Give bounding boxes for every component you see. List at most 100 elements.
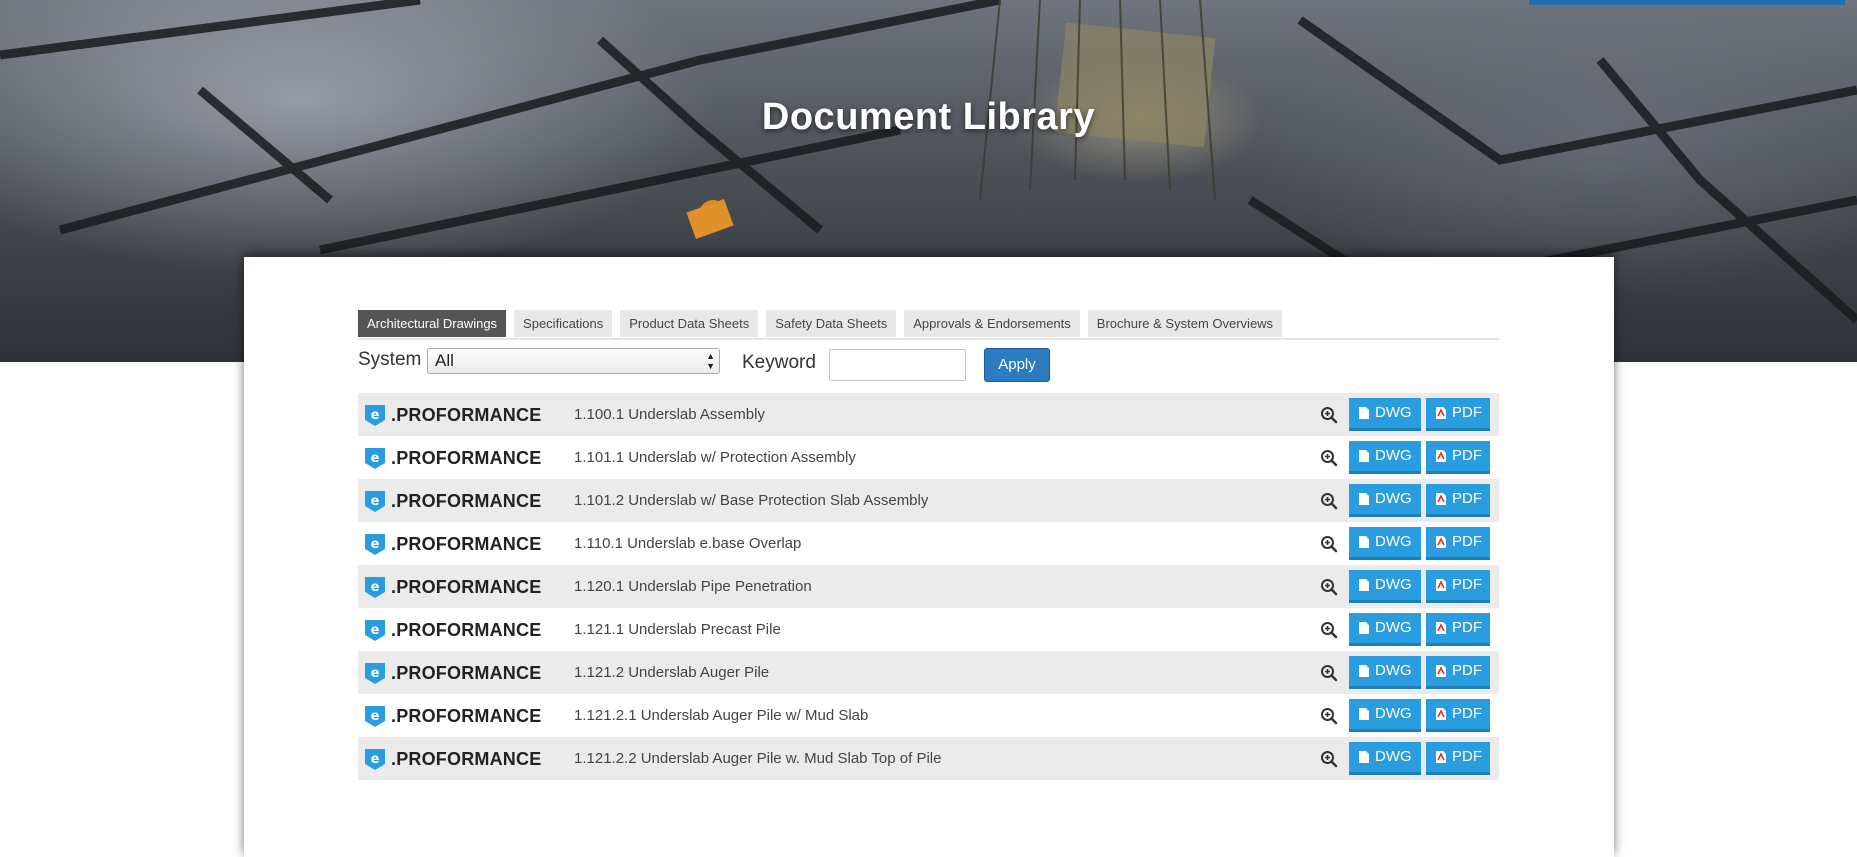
dwg-label: DWG bbox=[1375, 533, 1412, 550]
dwg-download-button[interactable]: DWG bbox=[1349, 484, 1421, 517]
logo-wordmark: .PROFORMANCE bbox=[391, 576, 542, 597]
svg-text:e: e bbox=[371, 408, 380, 423]
dwg-download-button[interactable]: DWG bbox=[1349, 570, 1421, 603]
dwg-download-button[interactable]: DWG bbox=[1349, 613, 1421, 646]
pdf-download-button[interactable]: PDF bbox=[1426, 398, 1490, 431]
nav-accent-bar bbox=[1529, 0, 1845, 5]
dwg-download-button[interactable]: DWG bbox=[1349, 742, 1421, 775]
e-badge-icon: e bbox=[363, 704, 387, 728]
document-row: e .PROFORMANCE 1.121.2.2 Underslab Auger P… bbox=[358, 737, 1499, 780]
tab-brochure-system-overviews[interactable]: Brochure & System Overviews bbox=[1087, 310, 1283, 337]
document-row: e .PROFORMANCE 1.101.2 Underslab w/ Base P… bbox=[358, 479, 1499, 522]
tab-safety-data-sheets[interactable]: Safety Data Sheets bbox=[766, 310, 897, 337]
dwg-download-button[interactable]: DWG bbox=[1349, 441, 1421, 474]
e-badge-icon: e bbox=[363, 489, 387, 513]
document-title: 1.121.2 Underslab Auger Pile bbox=[574, 664, 770, 681]
zoom-preview-icon[interactable] bbox=[1320, 449, 1338, 467]
zoom-preview-icon[interactable] bbox=[1320, 621, 1338, 639]
zoom-preview-icon[interactable] bbox=[1320, 406, 1338, 424]
tab-specifications[interactable]: Specifications bbox=[514, 310, 613, 337]
pdf-label: PDF bbox=[1452, 447, 1482, 464]
e-badge-icon: e bbox=[363, 403, 387, 427]
pdf-label: PDF bbox=[1452, 619, 1482, 636]
svg-text:e: e bbox=[371, 752, 380, 767]
document-row: e .PROFORMANCE 1.121.1 Underslab Precast P… bbox=[358, 608, 1499, 651]
dwg-label: DWG bbox=[1375, 490, 1412, 507]
proformance-logo: e .PROFORMANCE bbox=[363, 661, 541, 685]
logo-wordmark: .PROFORMANCE bbox=[391, 533, 542, 554]
system-select[interactable]: All ▲ ▼ bbox=[427, 348, 720, 374]
e-badge-icon: e bbox=[363, 575, 387, 599]
zoom-preview-icon[interactable] bbox=[1320, 707, 1338, 725]
svg-text:e: e bbox=[371, 537, 380, 552]
pdf-label: PDF bbox=[1452, 533, 1482, 550]
page-title: Document Library bbox=[761, 96, 1096, 138]
pdf-download-button[interactable]: PDF bbox=[1426, 484, 1490, 517]
document-title: 1.100.1 Underslab Assembly bbox=[574, 406, 765, 423]
logo-wordmark: .PROFORMANCE bbox=[391, 748, 542, 769]
proformance-logo: e .PROFORMANCE bbox=[363, 532, 541, 556]
document-row: e .PROFORMANCE 1.121.2.1 Underslab Auger P… bbox=[358, 694, 1499, 737]
pdf-download-button[interactable]: PDF bbox=[1426, 441, 1490, 474]
e-badge-icon: e bbox=[363, 747, 387, 771]
pdf-download-button[interactable]: PDF bbox=[1426, 699, 1490, 732]
document-title: 1.110.1 Underslab e.base Overlap bbox=[574, 535, 802, 552]
document-row: e .PROFORMANCE 1.110.1 Underslab e.base Ov… bbox=[358, 522, 1499, 565]
pdf-download-button[interactable]: PDF bbox=[1426, 742, 1490, 775]
tab-architectural-drawings[interactable]: Architectural Drawings bbox=[358, 310, 507, 337]
pdf-download-button[interactable]: PDF bbox=[1426, 613, 1490, 646]
e-badge-icon: e bbox=[363, 618, 387, 642]
svg-text:e: e bbox=[371, 709, 380, 724]
dwg-label: DWG bbox=[1375, 705, 1412, 722]
logo-wordmark: .PROFORMANCE bbox=[391, 662, 542, 683]
pdf-download-button[interactable]: PDF bbox=[1426, 570, 1490, 603]
system-select-value: All bbox=[435, 351, 454, 370]
filter-bar: System All ▲ ▼ Keyword Apply bbox=[358, 347, 1499, 383]
dwg-label: DWG bbox=[1375, 576, 1412, 593]
svg-text:e: e bbox=[371, 494, 380, 509]
dwg-download-button[interactable]: DWG bbox=[1349, 398, 1421, 431]
tab-approvals-endorsements[interactable]: Approvals & Endorsements bbox=[904, 310, 1080, 337]
zoom-preview-icon[interactable] bbox=[1320, 535, 1338, 553]
proformance-logo: e .PROFORMANCE bbox=[363, 446, 541, 470]
e-badge-icon: e bbox=[363, 661, 387, 685]
dwg-label: DWG bbox=[1375, 662, 1412, 679]
dwg-download-button[interactable]: DWG bbox=[1349, 699, 1421, 732]
logo-wordmark: .PROFORMANCE bbox=[391, 490, 542, 511]
svg-text:e: e bbox=[371, 623, 380, 638]
dwg-label: DWG bbox=[1375, 619, 1412, 636]
zoom-preview-icon[interactable] bbox=[1320, 492, 1338, 510]
dwg-label: DWG bbox=[1375, 404, 1412, 421]
document-title: 1.121.1 Underslab Precast Pile bbox=[574, 621, 781, 638]
zoom-preview-icon[interactable] bbox=[1320, 578, 1338, 596]
pdf-label: PDF bbox=[1452, 576, 1482, 593]
logo-wordmark: .PROFORMANCE bbox=[391, 447, 542, 468]
dwg-label: DWG bbox=[1375, 748, 1412, 765]
pdf-download-button[interactable]: PDF bbox=[1426, 527, 1490, 560]
system-label: System bbox=[358, 349, 422, 370]
proformance-logo: e .PROFORMANCE bbox=[363, 747, 541, 771]
document-row: e .PROFORMANCE 1.101.1 Underslab w/ Protec… bbox=[358, 436, 1499, 479]
apply-button[interactable]: Apply bbox=[984, 348, 1050, 382]
pdf-label: PDF bbox=[1452, 748, 1482, 765]
pdf-label: PDF bbox=[1452, 490, 1482, 507]
keyword-input[interactable] bbox=[829, 349, 966, 381]
pdf-label: PDF bbox=[1452, 404, 1482, 421]
proformance-logo: e .PROFORMANCE bbox=[363, 704, 541, 728]
proformance-logo: e .PROFORMANCE bbox=[363, 575, 541, 599]
zoom-preview-icon[interactable] bbox=[1320, 750, 1338, 768]
zoom-preview-icon[interactable] bbox=[1320, 664, 1338, 682]
pdf-download-button[interactable]: PDF bbox=[1426, 656, 1490, 689]
logo-wordmark: .PROFORMANCE bbox=[391, 404, 542, 425]
e-badge-icon: e bbox=[363, 446, 387, 470]
document-row: e .PROFORMANCE 1.100.1 Underslab Assembly D… bbox=[358, 393, 1499, 436]
pdf-label: PDF bbox=[1452, 705, 1482, 722]
dwg-download-button[interactable]: DWG bbox=[1349, 527, 1421, 560]
document-list: e .PROFORMANCE 1.100.1 Underslab Assembly D… bbox=[358, 393, 1499, 780]
dwg-download-button[interactable]: DWG bbox=[1349, 656, 1421, 689]
tab-product-data-sheets[interactable]: Product Data Sheets bbox=[620, 310, 759, 337]
svg-text:e: e bbox=[371, 580, 380, 595]
document-type-tabs: Architectural Drawings Specifications Prod… bbox=[358, 310, 1499, 340]
dwg-label: DWG bbox=[1375, 447, 1412, 464]
document-row: e .PROFORMANCE 1.120.1 Underslab Pipe Pene… bbox=[358, 565, 1499, 608]
